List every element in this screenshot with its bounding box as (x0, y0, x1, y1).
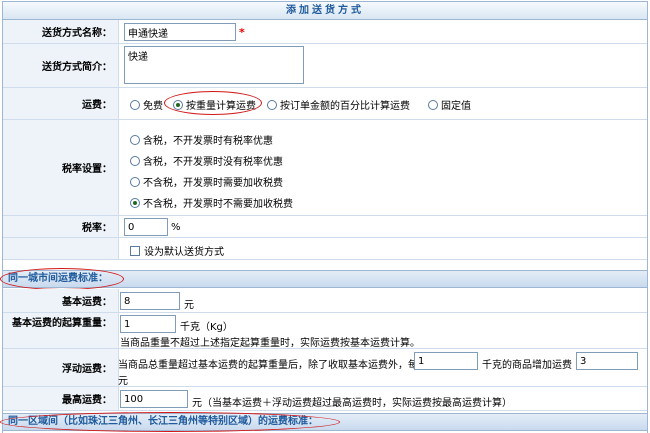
start-weight-unit: 千克（Kg） (180, 322, 233, 333)
float-weight-input[interactable] (414, 352, 478, 370)
shipping-name-input[interactable] (124, 23, 236, 41)
radio-icon[interactable] (428, 99, 438, 110)
row-base-fee: 基本运费： 元 (3, 289, 647, 313)
row-float-fee: 浮动运费： 当商品总重量超过基本运费的起算重量后，除了收取基本运费外，每 千克的… (3, 349, 647, 387)
tax-rate-label: 税率： (3, 216, 119, 237)
base-fee-input[interactable] (120, 292, 180, 310)
section-same-city: 同一城市间运费标准： (3, 270, 647, 288)
tax-option-3[interactable]: 不含税，开发票时需要加收税费 (130, 174, 283, 189)
section-same-city-title: 同一城市间运费标准： (8, 273, 108, 284)
tax-option-1[interactable]: 含税，不开发票时有税率优惠 (130, 132, 273, 147)
tax-rate-input[interactable] (124, 218, 168, 236)
section-same-region: 同一区域间（比如珠江三角州、长江三角州等特别区域）的运费标准： (3, 413, 647, 431)
float-fee-input[interactable] (576, 352, 638, 370)
row-max-fee: 最高运费： 元（当基本运费＋浮动运费超过最高运费时，实际运费按最高运费计算） (3, 387, 647, 411)
base-fee-unit: 元 (184, 300, 194, 311)
radio-icon[interactable] (130, 99, 140, 110)
tax-rate-unit: % (171, 222, 181, 233)
fee-type-label: 运费： (3, 88, 119, 119)
shipping-desc-textarea[interactable]: 快递 (124, 46, 304, 84)
section-same-region-title: 同一区域间（比如珠江三角州、长江三角州等特别区域）的运费标准： (8, 416, 318, 427)
float-fee-text-a: 当商品总重量超过基本运费的起算重量后，除了收取基本运费外，每 (118, 360, 418, 371)
default-label-cell (3, 238, 119, 259)
shipping-name-label: 送货方式名称： (3, 20, 119, 43)
max-fee-note: 元（当基本运费＋浮动运费超过最高运费时，实际运费按最高运费计算） (192, 398, 512, 409)
row-start-weight: 基本运费的起算重量： 千克（Kg） 当商品重量不超过上述指定起算重量时，实际运费… (3, 313, 647, 349)
float-fee-text-b: 千克的商品增加运费 (482, 360, 572, 371)
start-weight-note: 当商品重量不超过上述指定起算重量时，实际运费按基本运费计算。 (120, 338, 420, 349)
tax-option-4[interactable]: 不含税，开发票时不需要加收税费 (130, 195, 293, 210)
radio-selected-icon[interactable] (130, 197, 140, 208)
radio-icon[interactable] (267, 99, 277, 110)
row-shipping-name: 送货方式名称： * (3, 20, 647, 44)
radio-icon[interactable] (130, 176, 140, 187)
row-tax-setting: 税率设置： 含税，不开发票时有税率优惠 含税，不开发票时没有税率优惠 不含税，开… (3, 120, 647, 216)
set-default-checkbox[interactable]: 设为默认送货方式 (130, 243, 224, 258)
base-fee-label: 基本运费： (3, 289, 119, 312)
max-fee-input[interactable] (120, 390, 188, 408)
row-tax-rate: 税率： % (3, 216, 647, 238)
tax-setting-label: 税率设置： (3, 120, 119, 215)
radio-selected-icon[interactable] (173, 99, 183, 110)
float-fee-unit: 元 (118, 376, 128, 387)
row-shipping-desc: 送货方式简介： 快递 (3, 44, 647, 88)
max-fee-label: 最高运费： (3, 387, 119, 410)
float-fee-label: 浮动运费： (3, 349, 119, 386)
radio-icon[interactable] (130, 155, 140, 166)
required-mark: * (239, 26, 245, 39)
row-default: 设为默认送货方式 (3, 238, 647, 260)
radio-icon[interactable] (130, 134, 140, 145)
fee-option-fixed[interactable]: 固定值 (428, 97, 471, 112)
fee-option-by-percent[interactable]: 按订单金额的百分比计算运费 (267, 97, 410, 112)
fee-option-free[interactable]: 免费 (130, 97, 163, 112)
shipping-desc-label: 送货方式简介： (3, 44, 119, 87)
checkbox-icon[interactable] (130, 245, 140, 256)
page-title: 添加送货方式 (2, 1, 648, 20)
start-weight-label: 基本运费的起算重量： (3, 313, 119, 348)
tax-option-2[interactable]: 含税，不开发票时没有税率优惠 (130, 153, 283, 168)
row-fee-type: 运费： 免费 按重量计算运费 按订单金额的百分比计算运费 固定值 (3, 88, 647, 120)
start-weight-input[interactable] (120, 315, 176, 333)
fee-option-by-weight[interactable]: 按重量计算运费 (173, 97, 256, 112)
